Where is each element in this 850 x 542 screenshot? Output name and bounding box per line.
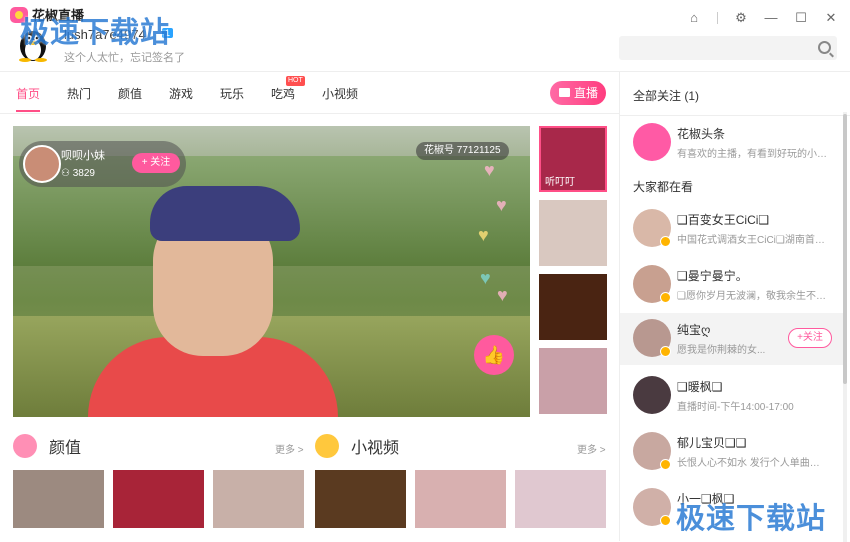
sidebar-scrollbar[interactable]	[843, 112, 847, 542]
tab-pubg[interactable]: 吃鸡	[271, 85, 295, 102]
more-link[interactable]: 更多 >	[275, 441, 304, 456]
camera-icon	[559, 88, 570, 97]
item-name: ❑百变女王CiCi❑	[677, 213, 770, 227]
divider	[717, 12, 718, 24]
streamer-cap	[150, 186, 300, 241]
fan-count-value: 3829	[72, 168, 95, 179]
thumbnail-label: 听叮叮	[545, 177, 575, 188]
list-item[interactable]: ❑暖枫❑ 直播时间-下午14:00-17:00	[620, 370, 844, 422]
face-icon	[13, 434, 37, 458]
verified-icon	[660, 515, 671, 526]
section-title: 小视频	[351, 440, 400, 457]
video-card[interactable]	[315, 470, 406, 528]
watermark-bottom: 极速下载站	[676, 503, 827, 535]
item-name: ❑暖枫❑	[677, 380, 723, 394]
tab-games[interactable]: 游戏	[169, 85, 193, 102]
host-fan-count: ⚇ 3829	[61, 168, 95, 179]
section-beauty-header: 颜值	[13, 432, 81, 460]
list-item[interactable]: ❑曼宁曼宁。 ❑愿你岁月无波澜，敬我余生不悲...	[620, 259, 844, 311]
tab-fun[interactable]: 玩乐	[220, 85, 244, 102]
heart-icon: ♥	[496, 195, 507, 215]
like-button[interactable]: 👍	[474, 335, 514, 375]
thumbs-up-icon: 👍	[482, 345, 506, 365]
more-link[interactable]: 更多 >	[577, 441, 606, 456]
verified-icon	[660, 459, 671, 470]
heart-icon: ♥	[480, 268, 491, 288]
host-info-card: 呗呗小妹 ⚇ 3829 + 关注	[19, 141, 186, 187]
stream-thumbnail[interactable]: 听叮叮	[539, 126, 607, 192]
list-item[interactable]: 纯宝ღ 愿我是你荆棘的女... +关注	[620, 313, 844, 365]
divider	[620, 115, 850, 116]
stream-thumbnail[interactable]	[539, 200, 607, 266]
tab-home[interactable]: 首页	[16, 85, 40, 102]
maximize-icon[interactable]: ☐	[794, 11, 808, 25]
thumbnail-image	[539, 348, 607, 414]
video-card[interactable]	[113, 470, 204, 528]
active-tab-underline	[16, 110, 40, 112]
heart-icon: ♥	[497, 285, 508, 305]
item-desc: ❑愿你岁月无波澜，敬我余生不悲...	[677, 291, 827, 302]
watching-header: 大家都在看	[633, 180, 694, 194]
tab-short-video[interactable]: 小视频	[322, 85, 358, 102]
host-avatar[interactable]	[23, 145, 61, 183]
tab-hot[interactable]: 热门	[67, 85, 91, 102]
heart-icon: ♥	[484, 160, 495, 180]
streamer-figure	[88, 186, 338, 417]
hot-badge: HOT	[286, 76, 305, 86]
item-desc: 中国花式调酒女王CiCi❑湖南首届...	[677, 235, 827, 246]
go-live-button[interactable]: 直播	[550, 81, 606, 105]
tab-beauty[interactable]: 颜值	[118, 85, 142, 102]
section-short-video-header: 小视频	[315, 432, 399, 460]
heart-icon: ♥	[478, 225, 489, 245]
gear-icon[interactable]: ⚙	[734, 11, 748, 25]
minimize-icon[interactable]: —	[764, 11, 778, 25]
thumbnail-image	[539, 274, 607, 340]
list-item[interactable]: ❑百变女王CiCi❑ 中国花式调酒女王CiCi❑湖南首届...	[620, 203, 844, 255]
follow-host-button[interactable]: + 关注	[132, 153, 180, 173]
room-number: 花椒号 77121125	[416, 142, 509, 160]
scrollbar-thumb[interactable]	[843, 114, 847, 384]
home-icon[interactable]: ⌂	[687, 11, 701, 25]
following-header[interactable]: 全部关注 (1)	[633, 87, 699, 104]
search-icon[interactable]	[818, 41, 831, 54]
video-card[interactable]	[13, 470, 104, 528]
avatar	[633, 376, 671, 414]
item-name: 纯宝ღ	[677, 323, 711, 337]
close-icon[interactable]: ✕	[824, 11, 838, 25]
play-icon	[315, 434, 339, 458]
go-live-label: 直播	[573, 86, 598, 100]
stream-thumbnail[interactable]	[539, 348, 607, 414]
list-item[interactable]: 郁儿宝贝❑❑ 长恨人心不如水 发行个人单曲《...	[620, 426, 844, 478]
verified-icon	[660, 346, 671, 357]
item-name: 花椒头条	[677, 127, 726, 141]
following-sidebar: 全部关注 (1) 花椒头条 有喜欢的主播，有看到好玩的小视... 大家都在看 ❑…	[619, 72, 850, 541]
avatar	[633, 123, 671, 161]
item-name: ❑曼宁曼宁。	[677, 269, 748, 283]
window-controls: ⌂ ⚙ — ☐ ✕	[687, 11, 838, 25]
watermark-top: 极速下载站	[20, 17, 171, 49]
host-name[interactable]: 呗呗小妹	[61, 147, 105, 163]
item-desc: 长恨人心不如水 发行个人单曲《...	[677, 458, 827, 469]
follow-button[interactable]: +关注	[788, 328, 832, 348]
list-item[interactable]: 花椒头条 有喜欢的主播，有看到好玩的小视...	[620, 117, 844, 169]
section-title: 颜值	[49, 440, 82, 457]
stream-thumbnail[interactable]	[539, 274, 607, 340]
video-card[interactable]	[213, 470, 304, 528]
verified-icon	[660, 292, 671, 303]
video-card[interactable]	[415, 470, 506, 528]
verified-icon	[660, 236, 671, 247]
item-desc: 直播时间-下午14:00-17:00	[677, 402, 794, 413]
thumbnail-image	[539, 200, 607, 266]
item-desc: 有喜欢的主播，有看到好玩的小视...	[677, 149, 827, 160]
user-signature[interactable]: 这个人太忙，忘记签名了	[64, 49, 185, 65]
category-nav: 首页 热门 颜值 游戏 玩乐 吃鸡 小视频	[0, 72, 619, 114]
search-input[interactable]	[619, 36, 837, 60]
video-card[interactable]	[515, 470, 606, 528]
item-name: 郁儿宝贝❑❑	[677, 436, 747, 450]
